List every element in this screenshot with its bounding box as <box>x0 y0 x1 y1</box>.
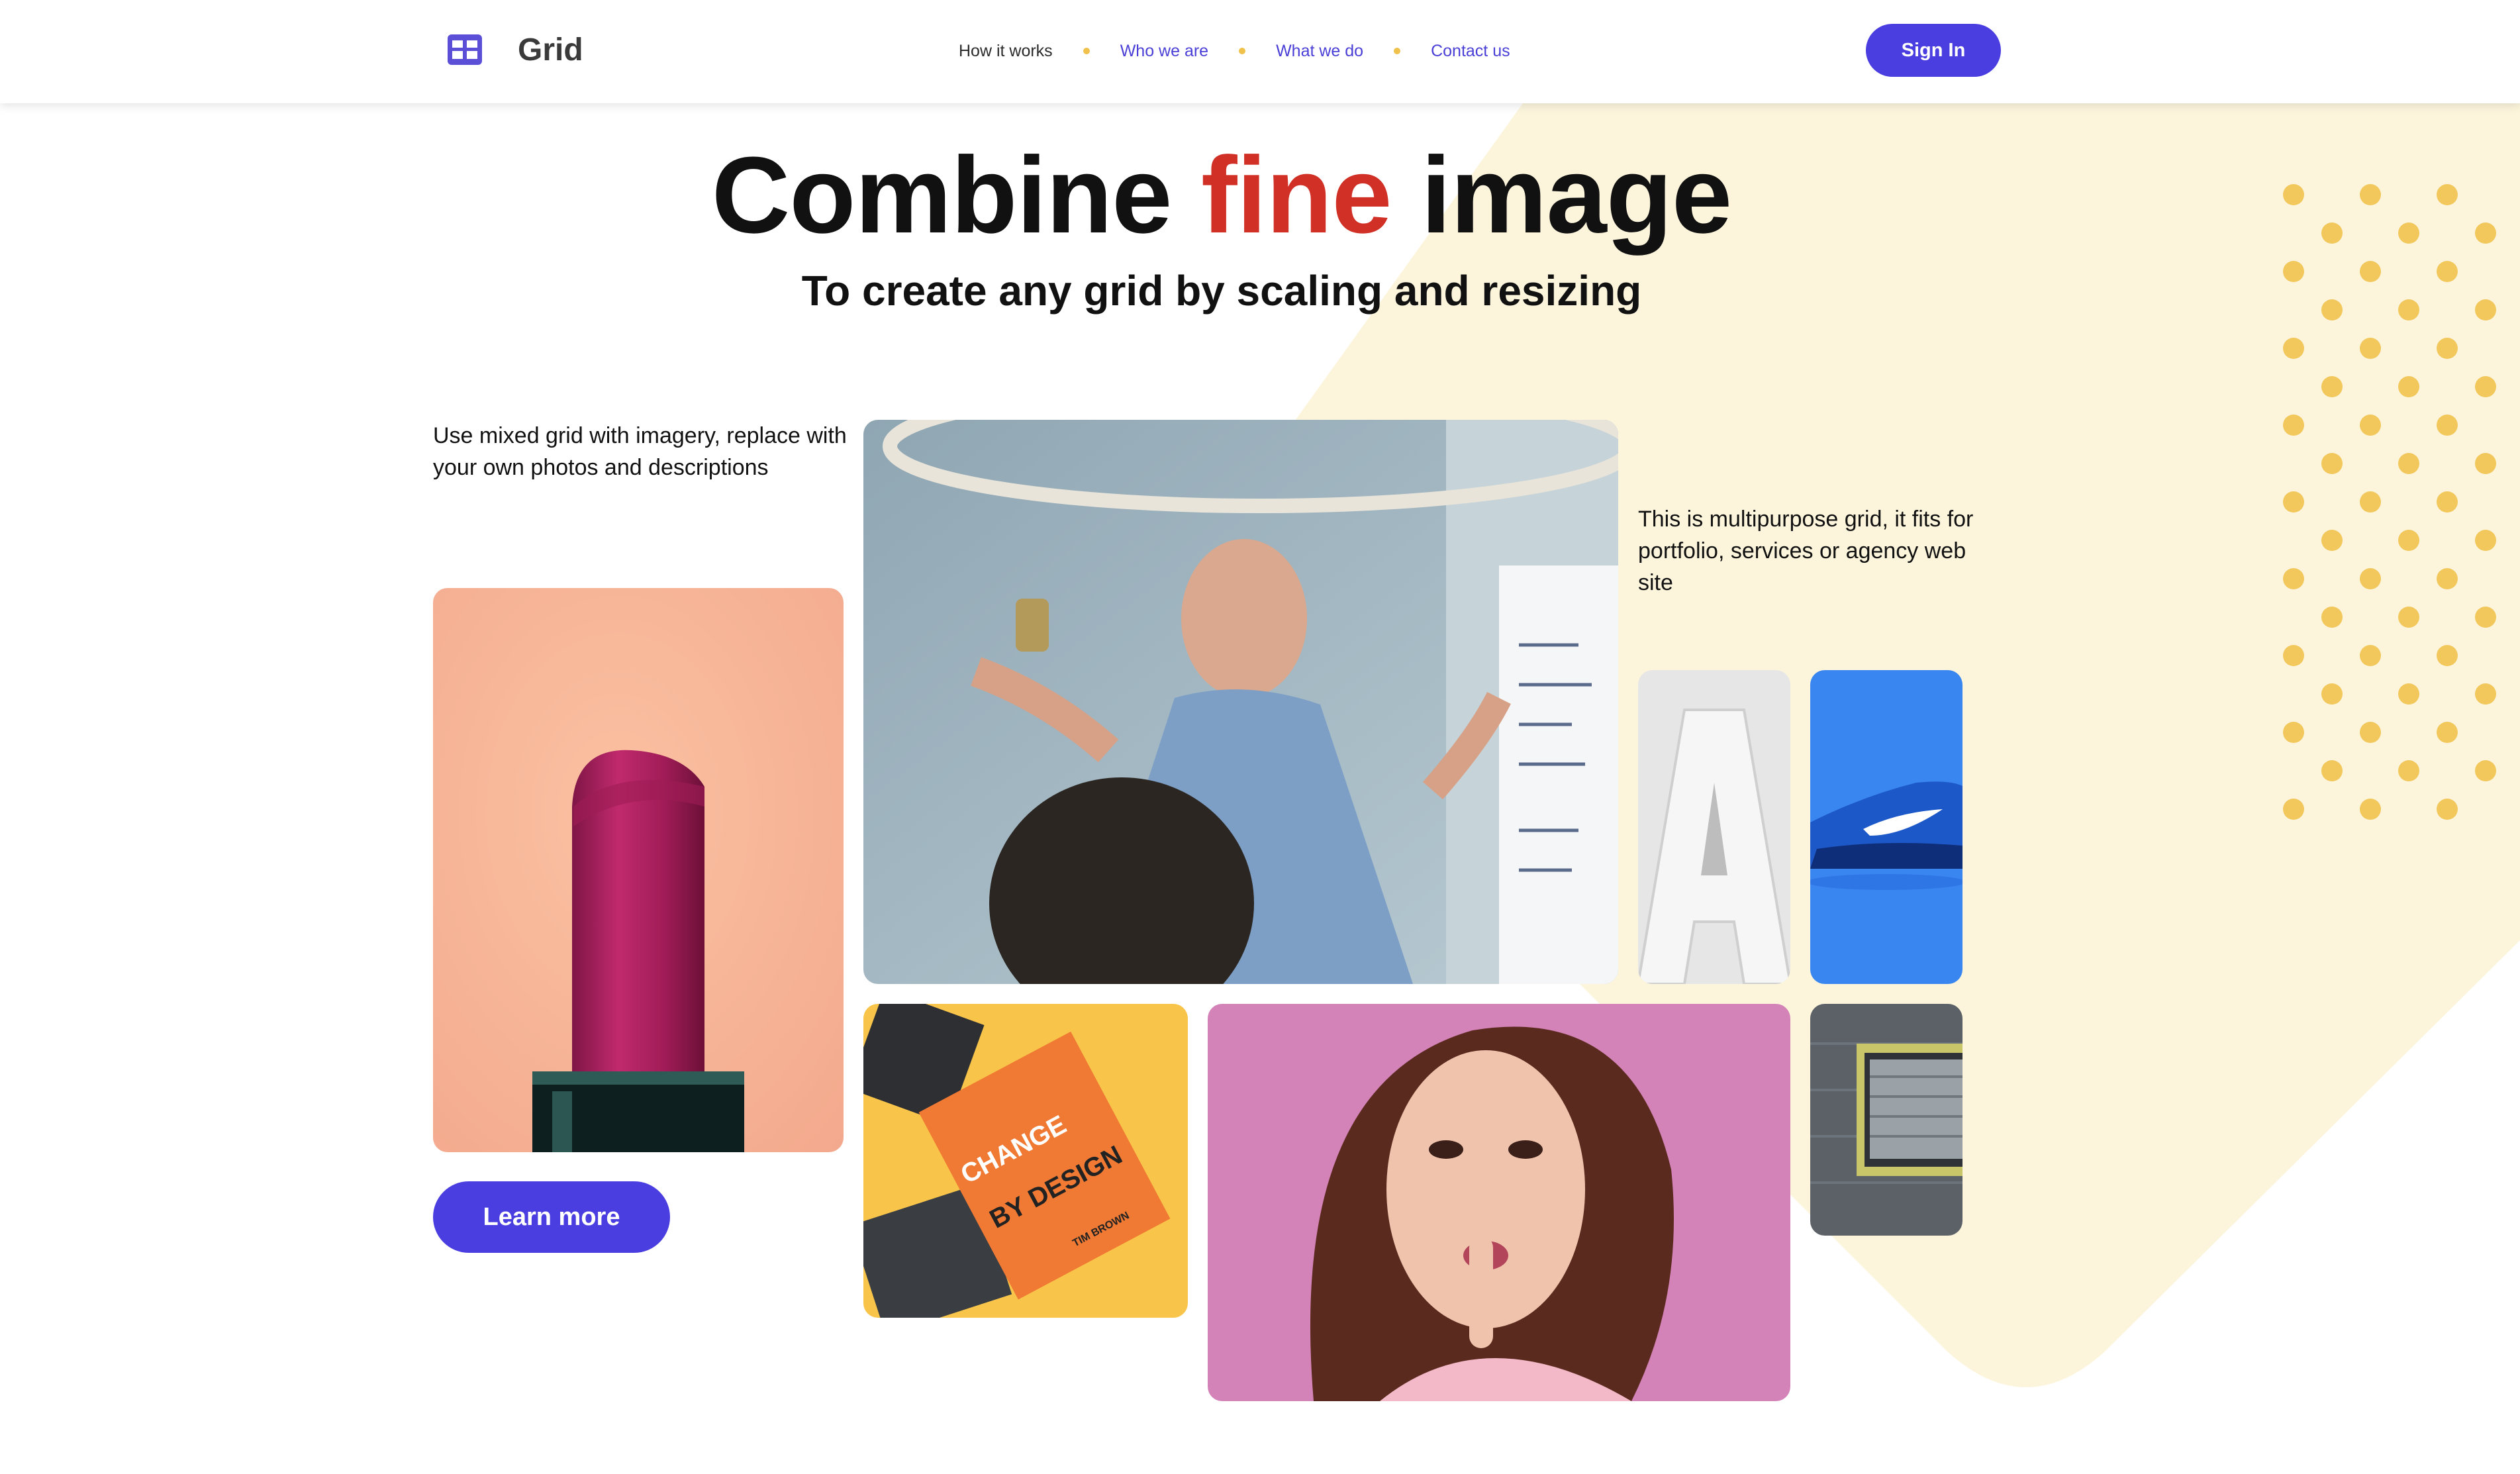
decor-dot <box>2360 722 2381 743</box>
decor-dot <box>2283 645 2304 666</box>
decor-dot <box>2475 376 2496 397</box>
decor-dot <box>2321 376 2343 397</box>
sign-in-button[interactable]: Sign In <box>1866 24 2001 77</box>
decor-dot <box>2437 338 2458 359</box>
decor-dot <box>2398 760 2419 781</box>
woman-image <box>1208 1004 1790 1401</box>
decor-dot <box>2360 799 2381 820</box>
nav-how-it-works[interactable]: How it works <box>959 42 1053 61</box>
decor-dot <box>2398 607 2419 628</box>
hero-subtitle: To create any grid by scaling and resizi… <box>801 267 1642 315</box>
decor-dot <box>2283 568 2304 589</box>
decor-dot <box>2283 722 2304 743</box>
hero-title: Combine fine image <box>0 132 2443 258</box>
grid-logo-icon[interactable] <box>448 34 482 65</box>
decor-dot <box>2321 530 2343 551</box>
decor-dot <box>2360 415 2381 436</box>
decor-dot <box>2475 453 2496 474</box>
decor-dot <box>2283 799 2304 820</box>
left-description: Use mixed grid with imagery, replace wit… <box>433 423 847 480</box>
decor-dot <box>2475 299 2496 320</box>
hero-title-start: Combine <box>711 134 1201 256</box>
decor-dot <box>2398 376 2419 397</box>
decor-dot <box>2360 568 2381 589</box>
nav-separator-dot <box>1394 48 1401 54</box>
decor-dot <box>2437 491 2458 513</box>
book-image: CHANGE BY DESIGN TIM BROWN <box>863 1004 1188 1318</box>
decor-dot <box>2398 530 2419 551</box>
nav-contact-us[interactable]: Contact us <box>1431 42 1510 61</box>
learn-more-button[interactable]: Learn more <box>433 1181 670 1253</box>
site-header: Grid How it works Who we are What we do … <box>0 0 2520 103</box>
decor-dot <box>2360 338 2381 359</box>
hero-title-end: image <box>1391 134 1732 256</box>
decor-dot <box>2398 683 2419 705</box>
nav-who-we-are[interactable]: Who we are <box>1120 42 1208 61</box>
decor-dot <box>2283 491 2304 513</box>
lipstick-image <box>433 588 844 1152</box>
logo-text[interactable]: Grid <box>518 26 583 74</box>
right-description: This is multipurpose grid, it fits for p… <box>1638 507 1974 595</box>
letter-a-text: A <box>1714 830 1719 838</box>
decor-dot <box>2321 760 2343 781</box>
nav-separator-dot <box>1083 48 1090 54</box>
decor-dot <box>2360 645 2381 666</box>
decor-dot <box>2283 415 2304 436</box>
decor-dot <box>2398 453 2419 474</box>
sneaker-image <box>1810 670 1963 984</box>
nav-what-we-do[interactable]: What we do <box>1276 42 1363 61</box>
decor-dot <box>2475 222 2496 244</box>
decor-dot <box>2283 338 2304 359</box>
main-nav: How it works Who we are What we do Conta… <box>959 36 1510 66</box>
decor-dot <box>2321 453 2343 474</box>
decor-dot <box>2437 415 2458 436</box>
presenter-image <box>863 420 1618 984</box>
decor-dot <box>2437 568 2458 589</box>
decor-dot <box>2321 607 2343 628</box>
decor-dot <box>2475 607 2496 628</box>
decor-dot <box>2475 683 2496 705</box>
decor-dot <box>2437 799 2458 820</box>
decor-dot <box>2360 491 2381 513</box>
letter-a-image: A <box>1638 670 1790 984</box>
decor-dot <box>2437 722 2458 743</box>
decor-dot <box>2475 760 2496 781</box>
nav-separator-dot <box>1239 48 1246 54</box>
hero-title-accent: fine <box>1201 134 1392 256</box>
decor-dot <box>2475 530 2496 551</box>
window-image <box>1810 1004 1963 1236</box>
decor-dot <box>2437 645 2458 666</box>
decor-dot <box>2321 683 2343 705</box>
